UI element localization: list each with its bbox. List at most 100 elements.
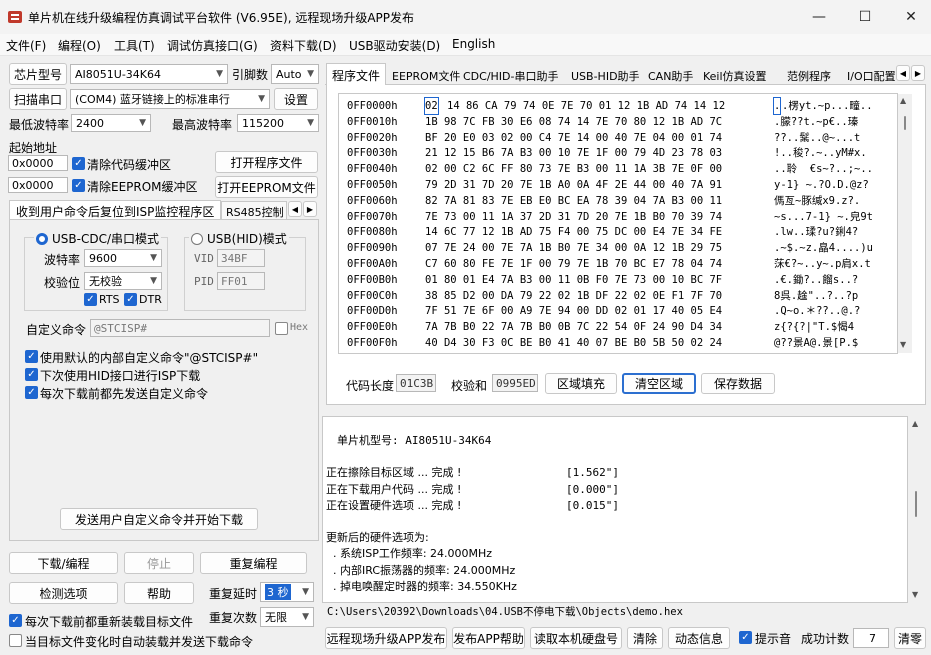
tab-rs485[interactable]: RS485控制 xyxy=(221,201,287,220)
reload-target-checkbox[interactable]: ✓ xyxy=(9,614,22,627)
clear-log-button[interactable]: 清除 xyxy=(627,627,663,649)
close-button[interactable]: ✕ xyxy=(888,0,931,34)
menu-program[interactable]: 编程(O) xyxy=(58,37,101,54)
hex-cursor-byte[interactable]: 02 xyxy=(424,97,439,115)
scroll-up-icon[interactable]: ▲ xyxy=(912,419,918,428)
menu-english[interactable]: English xyxy=(452,37,495,51)
hex-address: 0FF00B0h xyxy=(347,273,398,286)
fill-area-button[interactable]: 区域填充 xyxy=(545,373,617,394)
hex-viewer[interactable]: 0FF0000h 02 14 86 CA 79 74 0E 7E 70 01 12 … xyxy=(338,93,898,354)
port-select[interactable]: (COM4) 蓝牙链接上的标准串行 ▼ xyxy=(70,89,270,109)
tab-usb-hid[interactable]: USB-HID助手 xyxy=(571,68,640,84)
menu-usb-driver[interactable]: USB驱动安装(D) xyxy=(349,37,440,54)
port-value: (COM4) 蓝牙链接上的标准串行 xyxy=(75,93,230,106)
maximize-button[interactable]: ☐ xyxy=(842,0,888,34)
clear-count-button[interactable]: 清零 xyxy=(894,627,926,649)
usb-cdc-radio[interactable]: USB-CDC/串口模式 xyxy=(34,230,162,247)
menu-download[interactable]: 资料下载(D) xyxy=(270,37,337,54)
scroll-up-icon[interactable]: ▲ xyxy=(900,96,906,105)
tab-scroll-right-icon[interactable]: ▶ xyxy=(303,201,317,217)
scroll-down-icon[interactable]: ▼ xyxy=(912,590,918,599)
custom-cmd-field[interactable]: @STCISP# xyxy=(90,319,270,337)
ascii-cursor-char[interactable]: . xyxy=(772,97,782,115)
minimize-button[interactable]: — xyxy=(796,0,842,34)
baud-select[interactable]: 9600 ▼ xyxy=(84,249,162,267)
hex-address: 0FF0070h xyxy=(347,210,398,223)
opt-default-cmd-checkbox[interactable]: ✓ xyxy=(25,350,38,363)
tab-program-file[interactable]: 程序文件 xyxy=(326,63,386,86)
log-line: 正在擦除目标区域 ... 完成 ! xyxy=(326,466,462,480)
usb-hid-radio[interactable]: USB(HID)模式 xyxy=(189,230,289,247)
repeat-delay-select[interactable]: 3 秒 ▼ xyxy=(260,582,314,602)
save-data-button[interactable]: 保存数据 xyxy=(701,373,775,394)
hex-checkbox[interactable] xyxy=(275,322,288,335)
clear-area-button[interactable]: 清空区域 xyxy=(622,373,696,394)
hex-scrollbar[interactable]: ▲ ▼ xyxy=(898,94,912,353)
pin-select[interactable]: Auto ▼ xyxy=(271,64,319,84)
hex-address: 0FF00A0h xyxy=(347,258,398,270)
auto-load-checkbox[interactable] xyxy=(9,634,22,647)
chevron-down-icon: ▼ xyxy=(150,276,157,286)
chevron-down-icon: ▼ xyxy=(307,69,314,79)
parity-value: 无校验 xyxy=(89,275,122,288)
menu-file[interactable]: 文件(F) xyxy=(6,37,46,54)
log-scrollbar[interactable]: ▲ ▼ xyxy=(908,417,925,602)
tab-examples[interactable]: 范例程序 xyxy=(787,68,831,84)
dtr-checkbox[interactable]: ✓ xyxy=(124,293,137,306)
detect-options-button[interactable]: 检测选项 xyxy=(9,582,118,604)
addr-field-1[interactable]: 0x0000 xyxy=(8,155,68,171)
tab-scroll-right-icon[interactable]: ▶ xyxy=(911,65,925,81)
min-baud-select[interactable]: 2400 ▼ xyxy=(71,114,151,132)
opt-hid-next-checkbox[interactable]: ✓ xyxy=(25,368,38,381)
clear-eeprom-checkbox[interactable]: ✓ xyxy=(72,179,85,192)
file-path: C:\Users\20392\Downloads\04.USB不停电下载\Obj… xyxy=(327,606,683,618)
max-baud-select[interactable]: 115200 ▼ xyxy=(237,114,319,132)
rts-checkbox[interactable]: ✓ xyxy=(84,293,97,306)
chip-select[interactable]: AI8051U-34K64 ▼ xyxy=(70,64,228,84)
tab-scroll-left-icon[interactable]: ◀ xyxy=(288,201,302,217)
clear-code-checkbox[interactable]: ✓ xyxy=(72,157,85,170)
hex-bytes: 01 80 01 E4 7A B3 00 11 0B F0 7E 73 00 1… xyxy=(425,273,723,286)
scroll-down-icon[interactable]: ▼ xyxy=(900,340,906,349)
beep-checkbox[interactable]: ✓ xyxy=(739,631,752,644)
publish-app-button[interactable]: 远程现场升级APP发布 xyxy=(325,627,447,649)
send-cmd-download-button[interactable]: 发送用户自定义命令并开始下载 xyxy=(60,508,258,530)
chevron-down-icon: ▼ xyxy=(139,118,146,128)
chevron-down-icon: ▼ xyxy=(302,587,309,597)
tab-io-config[interactable]: I/O口配置 xyxy=(847,68,895,84)
parity-select[interactable]: 无校验 ▼ xyxy=(84,272,162,290)
settings-button[interactable]: 设置 xyxy=(274,88,318,110)
log-time: [0.000"] xyxy=(566,482,619,496)
vid-field[interactable]: 34BF xyxy=(217,249,265,267)
log-output[interactable]: 单片机型号: AI8051U-34K64 正在擦除目标区域 ... 完成 ! [1.… xyxy=(322,416,908,603)
stop-button[interactable]: 停止 xyxy=(124,552,194,574)
radio-selected-icon xyxy=(36,232,48,245)
menu-tools[interactable]: 工具(T) xyxy=(114,37,155,54)
tab-isp-reset[interactable]: 收到用户命令后复位到ISP监控程序区 xyxy=(9,200,221,220)
tab-scroll-left-icon[interactable]: ◀ xyxy=(896,65,910,81)
open-eeprom-file-button[interactable]: 打开EEPROM文件 xyxy=(215,176,318,198)
scan-port-button[interactable]: 扫描串口 xyxy=(9,88,67,110)
help-button[interactable]: 帮助 xyxy=(124,582,194,604)
scroll-thumb[interactable] xyxy=(915,491,917,517)
hex-row: 0FF0090h 07 7E 24 00 7E 7A 1B B0 7E 34 00… xyxy=(347,240,895,256)
hex-ascii: @??景A@.景[P.$ xyxy=(774,337,859,349)
read-disk-id-button[interactable]: 读取本机硬盘号 xyxy=(530,627,622,649)
tab-keil-sim[interactable]: Keil仿真设置 xyxy=(703,68,767,84)
scroll-thumb[interactable] xyxy=(904,116,906,130)
opt-send-cmd-checkbox[interactable]: ✓ xyxy=(25,386,38,399)
dynamic-info-button[interactable]: 动态信息 xyxy=(668,627,730,649)
repeat-count-select[interactable]: 无限 ▼ xyxy=(260,607,314,627)
publish-help-button[interactable]: 发布APP帮助 xyxy=(452,627,525,649)
tab-cdc-hid-serial[interactable]: CDC/HID-串口助手 xyxy=(463,68,559,84)
open-program-file-button[interactable]: 打开程序文件 xyxy=(215,151,318,173)
reprogram-button[interactable]: 重复编程 xyxy=(200,552,307,574)
pid-field[interactable]: FF01 xyxy=(217,272,265,290)
hex-bytes: 7E 73 00 11 1A 37 2D 31 7D 20 7E 1B B0 7… xyxy=(425,210,723,223)
hex-address: 0FF0040h xyxy=(347,163,398,176)
tab-can[interactable]: CAN助手 xyxy=(648,68,693,84)
menu-debug[interactable]: 调试仿真接口(G) xyxy=(167,37,258,54)
download-program-button[interactable]: 下载/编程 xyxy=(9,552,118,574)
tab-eeprom-file[interactable]: EEPROM文件 xyxy=(392,68,460,84)
addr-field-2[interactable]: 0x0000 xyxy=(8,177,68,193)
